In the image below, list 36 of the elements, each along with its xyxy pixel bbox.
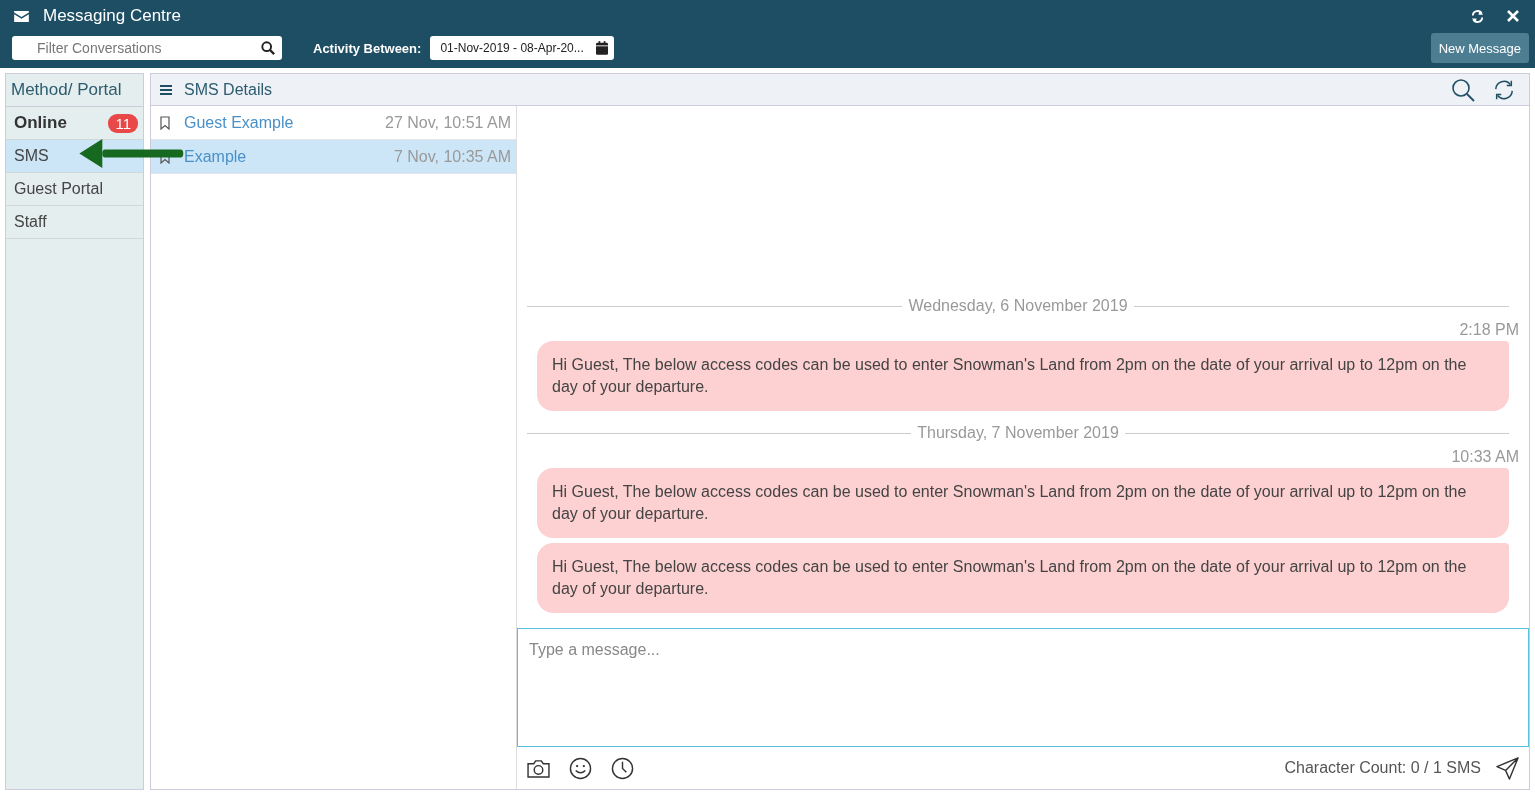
date-divider: Wednesday, 6 November 2019 — [908, 297, 1128, 315]
message-bubble: Hi Guest, The below access codes can be used to enter Snowman's Land from 2pm on the date of your arrival up to 12pm on the day of your departure. — [537, 543, 1509, 613]
character-count: Character Count: 0 / 1 SMS — [1284, 759, 1481, 777]
count-badge: 11 — [108, 113, 138, 133]
date-range-field[interactable]: 01-Nov-2019 - 08-Apr-20... — [430, 36, 614, 60]
envelope-icon — [14, 10, 29, 22]
search-icon — [261, 41, 275, 55]
window-title: Messaging Centre — [43, 6, 181, 26]
panel-title: SMS Details — [184, 80, 273, 99]
message-bubble: Hi Guest, The below access codes can be used to enter Snowman's Land from 2pm on the date of your arrival up to 12pm on the day of your departure. — [537, 468, 1509, 538]
refresh-icon[interactable] — [1470, 8, 1485, 24]
close-icon[interactable] — [1507, 10, 1519, 22]
contact-name: Guest Example — [184, 113, 294, 132]
clock-icon[interactable] — [611, 756, 634, 780]
method-item[interactable]: Guest Portal — [6, 173, 143, 206]
activity-label: Activity Between: — [313, 40, 422, 56]
send-icon[interactable] — [1496, 756, 1519, 780]
smiley-icon[interactable] — [569, 756, 592, 780]
contact-name: Example — [184, 147, 247, 166]
conversation-time: 7 Nov, 10:35 AM — [393, 147, 511, 166]
conversation-time: 27 Nov, 10:51 AM — [385, 113, 511, 132]
message-time: 10:33 AM — [1450, 448, 1519, 466]
new-message-button[interactable]: New Message — [1430, 33, 1529, 63]
message-time: 2:18 PM — [1458, 321, 1519, 339]
bookmark-icon[interactable] — [160, 115, 170, 130]
filter-field[interactable]: Filter Conversations — [12, 36, 282, 60]
message-bubble: Hi Guest, The below access codes can be used to enter Snowman's Land from 2pm on the date of your arrival up to 12pm on the day of your departure. — [537, 341, 1509, 411]
panel-heading: Method/ Portal — [6, 74, 143, 107]
date-divider: Thursday, 7 November 2019 — [917, 424, 1119, 442]
message-input[interactable]: Type a message... — [517, 628, 1529, 747]
calendar-icon — [595, 41, 608, 55]
refresh-icon[interactable] — [1493, 78, 1515, 101]
menu-icon[interactable] — [160, 84, 172, 95]
camera-icon[interactable] — [527, 758, 550, 778]
method-item[interactable]: Staff — [6, 206, 143, 239]
search-icon[interactable] — [1451, 77, 1475, 102]
